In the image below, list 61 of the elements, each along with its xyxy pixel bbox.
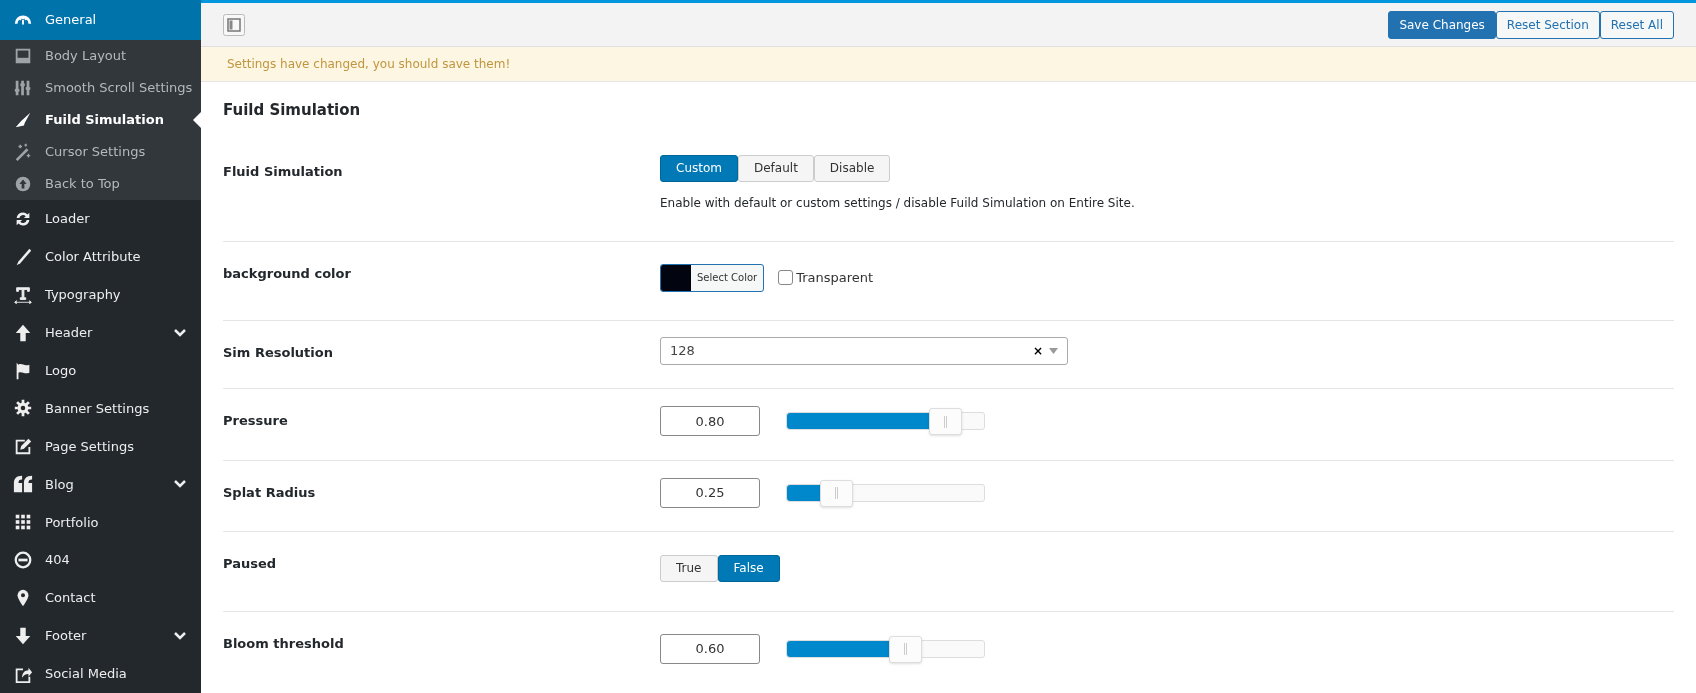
submenu-item[interactable]: Fuild Simulation: [0, 103, 201, 136]
sidebar-item[interactable]: Blog: [0, 465, 201, 504]
checkbox-label: Transparent: [796, 268, 874, 287]
sidebar-item[interactable]: Portfolio: [0, 503, 201, 542]
number-input[interactable]: 0.25: [660, 477, 760, 508]
sidebar-item[interactable]: Banner Settings: [0, 389, 201, 428]
color-picker-button[interactable]: Select Color: [660, 263, 765, 292]
up-arrow-icon: [13, 322, 33, 343]
sidebar-item[interactable]: Color Attribute: [0, 237, 201, 276]
toggle-button[interactable]: False: [717, 554, 780, 582]
dropdown-caret-icon: [1049, 348, 1058, 354]
field-description: Enable with default or custom settings / disable Fuild Simulation on Entire Site.: [660, 194, 1135, 212]
submenu-item[interactable]: Smooth Scroll Settings: [0, 71, 201, 104]
sidebar-item[interactable]: 404: [0, 541, 201, 580]
edit-icon: [13, 436, 33, 457]
number-input[interactable]: 0.60: [660, 633, 760, 664]
sidebar-item[interactable]: Logo: [0, 351, 201, 390]
sidebar-item[interactable]: Typography: [0, 275, 201, 314]
toggle-button[interactable]: True: [660, 554, 718, 582]
field-label: Pressure: [223, 412, 288, 428]
sidebar-item[interactable]: Loader: [0, 199, 201, 238]
sidebar-item[interactable]: Footer: [0, 617, 201, 655]
quote-icon: [13, 474, 33, 495]
chevron-down-icon: [173, 479, 187, 490]
sidebar-item[interactable]: Contact: [0, 579, 201, 618]
field-label: background color: [223, 265, 351, 281]
slider-handle[interactable]: [928, 408, 962, 435]
section-title: Fuild Simulation: [223, 100, 361, 121]
sidebar-item[interactable]: Page Settings: [0, 427, 201, 466]
toggle-button[interactable]: Default: [738, 154, 814, 182]
field-label: Sim Resolution: [223, 344, 333, 360]
text-icon: [13, 284, 33, 305]
pointer-icon: [193, 111, 201, 128]
submenu-item[interactable]: Body Layout: [0, 39, 201, 72]
chevron-down-icon: [173, 631, 187, 641]
sidebar-item[interactable]: Header: [0, 313, 201, 352]
notice-banner: Settings have changed, you should save them!: [201, 47, 1696, 82]
select-dropdown[interactable]: 128 ×: [660, 337, 1068, 365]
sidebar-item[interactable]: Social Media: [0, 655, 201, 693]
submenu-item[interactable]: Back to Top: [0, 167, 201, 200]
slider-handle[interactable]: [820, 479, 854, 507]
slider-handle[interactable]: [889, 635, 923, 663]
layout-icon[interactable]: [223, 13, 245, 36]
toolbar-button[interactable]: Save Changes: [1388, 10, 1496, 39]
toggle-button[interactable]: Disable: [813, 154, 891, 182]
chevron-down-icon: [173, 327, 187, 338]
field-label: Paused: [223, 555, 277, 571]
number-input[interactable]: 0.80: [660, 406, 760, 436]
field-label: Fluid Simulation: [223, 163, 343, 179]
field-label: Bloom threshold: [223, 635, 344, 651]
sidebar-item[interactable]: General: [0, 0, 201, 40]
checkbox[interactable]: [778, 270, 794, 285]
toolbar-button[interactable]: Reset All: [1599, 10, 1674, 39]
toolbar-button[interactable]: Reset Section: [1495, 10, 1600, 39]
wand-icon: [13, 141, 33, 162]
settings-icon: [13, 398, 33, 419]
minus-circle-icon: [13, 550, 33, 571]
down-arrow-icon: [13, 626, 33, 646]
field-label: Splat Radius: [223, 484, 316, 500]
toggle-button[interactable]: Custom: [660, 154, 738, 182]
submenu-item[interactable]: Cursor Settings: [0, 135, 201, 168]
